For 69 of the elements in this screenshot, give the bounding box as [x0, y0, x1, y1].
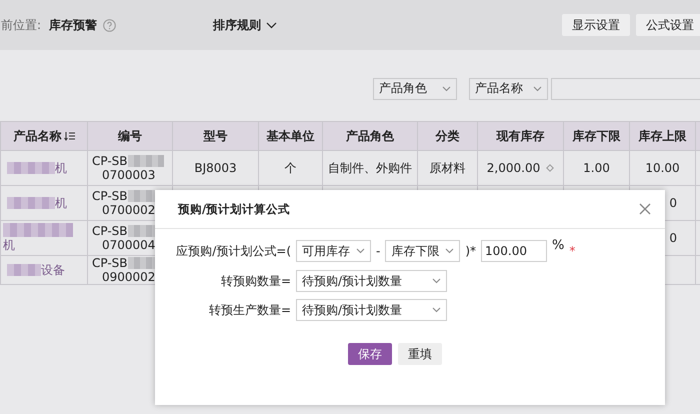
redaction-block: [7, 264, 41, 276]
column-header[interactable]: 库存上限: [630, 122, 696, 150]
table-cell: 0: [669, 231, 677, 245]
sort-menu[interactable]: 排序规则: [213, 16, 278, 34]
save-button[interactable]: 保存: [348, 343, 392, 365]
redaction-block: [7, 162, 55, 174]
field-label: 应预购/预计划公式=(: [175, 242, 291, 260]
redaction-block: [128, 155, 164, 167]
code-text: 0700003: [101, 168, 156, 182]
reset-button[interactable]: 重填: [398, 343, 442, 365]
column-header[interactable]: 产品角色: [322, 122, 418, 150]
quantity-select[interactable]: 待预购/预计划数量: [296, 270, 447, 292]
table-cell: 个: [284, 160, 296, 174]
column-header[interactable]: 现有库存: [478, 122, 564, 150]
code-text: 0700002: [101, 203, 156, 217]
operator-text: )*: [465, 244, 476, 258]
field-label: 转预购数量=: [220, 272, 291, 290]
chevron-down-icon: [533, 86, 542, 92]
required-mark: *: [569, 244, 576, 258]
table-cell: 自制件、外购件: [328, 160, 412, 174]
column-header[interactable]: 库存下限: [564, 122, 630, 150]
sort-icon[interactable]: [64, 130, 74, 140]
chevron-down-icon: [432, 307, 441, 313]
operator-text: -: [376, 244, 380, 258]
breadcrumb-label: 前位置:: [1, 16, 42, 34]
redaction-block: [7, 197, 55, 209]
header-button[interactable]: 公式设置: [636, 14, 700, 36]
column-header[interactable]: 型号: [172, 122, 258, 150]
chevron-down-icon: [445, 248, 454, 254]
column-header[interactable]: 产品名称: [0, 122, 88, 150]
table-cell: 1.00: [583, 161, 610, 175]
close-icon[interactable]: [639, 203, 651, 215]
column-header[interactable]: 基本单位: [258, 122, 322, 150]
diamond-icon[interactable]: [546, 164, 554, 172]
code-text: 0900002: [101, 270, 156, 284]
table-cell: 原材料: [430, 160, 466, 174]
filter-select[interactable]: 产品角色: [373, 78, 457, 100]
code-text: CP-SB: [92, 154, 128, 168]
operand-select[interactable]: 库存下限: [385, 240, 460, 262]
code-text: CP-SB: [92, 224, 128, 238]
table-cell: 10.00: [645, 161, 680, 175]
chevron-down-icon: [442, 86, 451, 92]
table-cell: 2,000.00: [486, 161, 540, 175]
operand-select[interactable]: 可用库存: [296, 240, 371, 262]
code-text: 0700004: [101, 238, 156, 252]
search-field[interactable]: [551, 78, 700, 100]
page-title: 库存预警: [49, 16, 98, 34]
percent-unit: %: [552, 238, 564, 253]
chevron-down-icon: [356, 248, 365, 254]
redaction-block: [3, 222, 73, 236]
product-name: 机: [55, 160, 67, 176]
help-icon[interactable]: [103, 18, 116, 32]
header-button[interactable]: 显示设置: [562, 14, 630, 36]
quantity-select[interactable]: 待预购/预计划数量: [296, 299, 447, 321]
code-text: CP-SB: [92, 189, 128, 203]
column-header[interactable]: 编号: [88, 122, 172, 150]
product-name: 机: [55, 194, 67, 212]
table-cell: 0: [669, 196, 677, 210]
product-name: 机: [3, 236, 15, 254]
filter-select[interactable]: 产品名称: [469, 78, 548, 100]
percent-input[interactable]: 100.00: [481, 240, 548, 262]
code-text: CP-SB: [92, 256, 128, 270]
dialog-title: 预购/预计划计算公式: [178, 202, 290, 216]
chevron-down-icon: [432, 278, 441, 284]
column-header[interactable]: 分类: [418, 122, 478, 150]
table-cell: BJ8003: [194, 161, 237, 175]
product-name: 设备: [41, 262, 65, 278]
field-label: 转预生产数量=: [208, 302, 291, 318]
chevron-down-icon: [266, 22, 278, 28]
